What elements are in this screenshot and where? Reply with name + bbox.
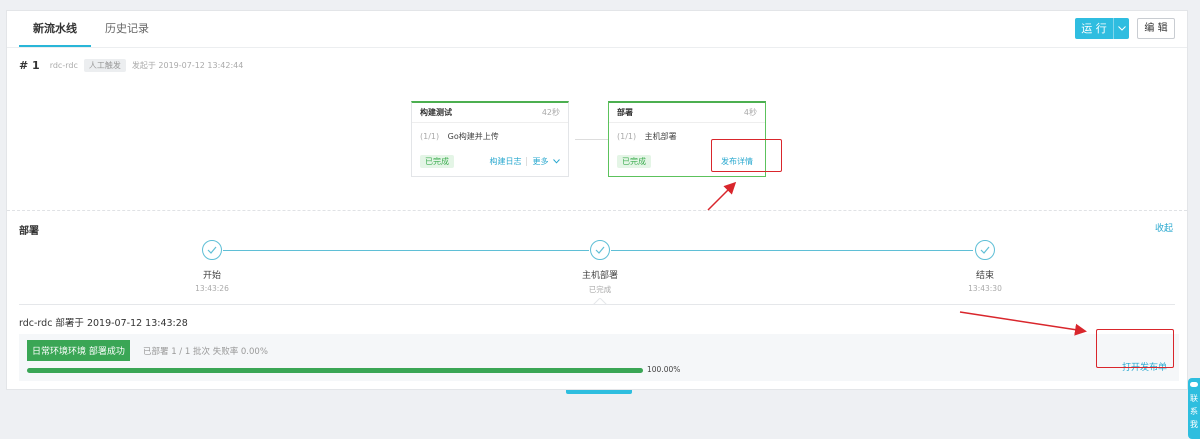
contact-side-widget[interactable]: 联系我 xyxy=(1188,378,1200,439)
arrow-line xyxy=(707,181,737,211)
annotation-arrows xyxy=(707,181,1087,336)
bottom-handle[interactable] xyxy=(566,390,632,394)
arrow-line xyxy=(959,311,1087,336)
